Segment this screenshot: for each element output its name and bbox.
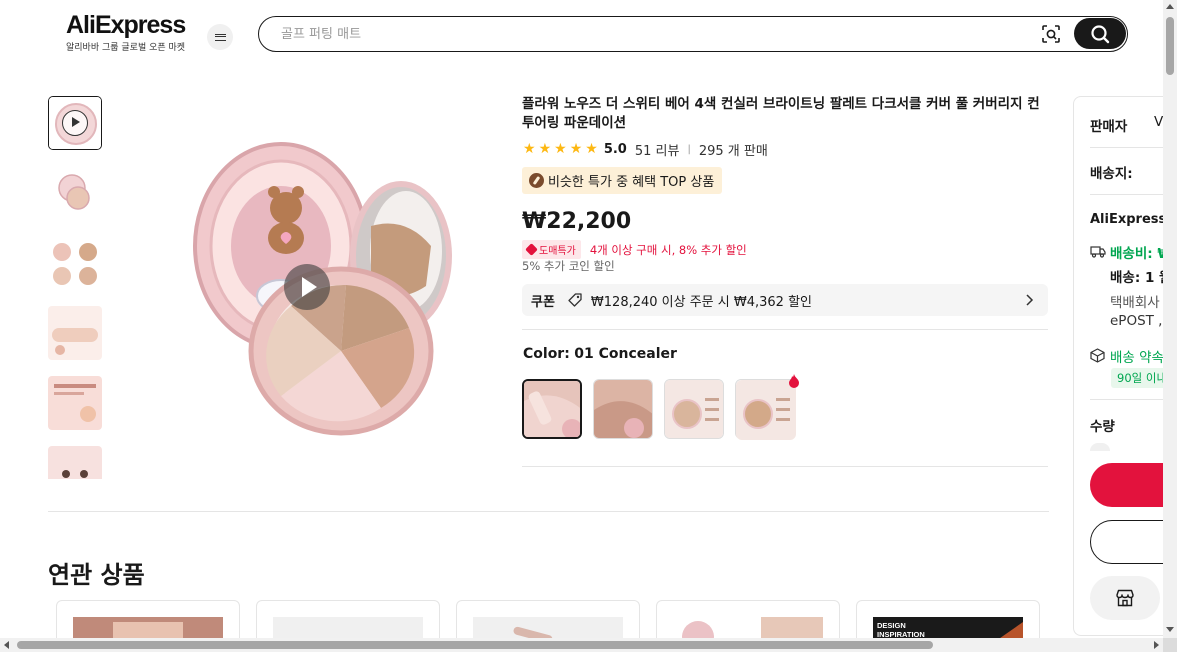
separator: |	[687, 143, 691, 155]
color-swatch[interactable]	[593, 379, 653, 439]
color-label-value: 01 Concealer	[574, 346, 677, 362]
hamburger-icon	[214, 33, 226, 41]
rating-value: 5.0	[603, 141, 627, 157]
hot-flame-icon	[789, 374, 799, 388]
scrollbar-corner	[1163, 638, 1177, 652]
price: ₩22,200	[522, 209, 632, 234]
search-bar	[258, 16, 1128, 52]
color-swatch[interactable]	[735, 374, 799, 440]
horizontal-scrollbar[interactable]	[0, 638, 1163, 652]
product-thumb-image	[48, 306, 102, 360]
box-icon	[1090, 348, 1105, 363]
swatch-image	[524, 381, 580, 437]
sold-count: 295 개 판매	[698, 143, 768, 159]
thumbnail-item[interactable]	[48, 166, 102, 220]
search-button[interactable]	[1074, 18, 1126, 49]
menu-button[interactable]	[207, 24, 233, 50]
courier-1: 택배회사	[1110, 295, 1160, 311]
search-input[interactable]	[281, 23, 981, 45]
courier-2: ePOST ,	[1110, 313, 1163, 329]
main-product-image[interactable]	[116, 96, 498, 479]
add-to-cart-button[interactable]	[1090, 520, 1173, 564]
buy-now-button[interactable]	[1090, 463, 1173, 507]
divider	[1090, 147, 1173, 148]
divider	[522, 329, 1048, 330]
coupon-tag-icon	[568, 293, 582, 307]
related-card-caption: DESIGN INSPIRATION	[877, 621, 925, 639]
divider	[522, 466, 1048, 467]
horizontal-scroll-thumb[interactable]	[17, 641, 933, 649]
shipper-name: AliExpress	[1090, 212, 1167, 227]
coupon-row[interactable]: 쿠폰 ₩128,240 이상 주문 시 ₩4,362 할인	[522, 284, 1048, 316]
divider	[48, 511, 1049, 512]
chevron-right-icon	[1026, 294, 1034, 306]
color-swatches	[522, 374, 799, 440]
star-icon: ★	[523, 141, 536, 157]
wholesale-tag: 도매특가	[522, 240, 581, 259]
color-swatch[interactable]	[664, 379, 724, 439]
top-deal-badge: 비슷한 특가 중 혜택 TOP 상품	[522, 167, 723, 194]
page: AliExpress 알리바바 그룹 글로벌 오픈 마켓 골프 퍼팅 매트 플라…	[0, 0, 1177, 652]
reviews-link[interactable]: 51 리뷰	[635, 140, 680, 159]
scroll-down-arrow-icon[interactable]	[1166, 627, 1174, 632]
ship-to-label[interactable]: 배송지:	[1090, 162, 1133, 182]
color-label: Color: 01 Concealer	[523, 346, 677, 362]
vertical-scroll-thumb[interactable]	[1166, 17, 1174, 75]
aliexpress-logo[interactable]: AliExpress 알리바바 그룹 글로벌 오픈 마켓	[66, 12, 190, 53]
top-deal-text: 비슷한 특가 중 혜택 TOP 상품	[548, 175, 715, 190]
promo-row: 도매특가 4개 이상 구매 시, 8% 추가 할인	[522, 240, 747, 259]
truck-icon	[1090, 246, 1106, 258]
swatch-image	[736, 380, 796, 440]
logo-subtitle: 알리바바 그룹 글로벌 오픈 마켓	[66, 43, 186, 53]
star-icon: ★	[538, 141, 552, 157]
product-thumb-image	[48, 166, 102, 220]
rating-row: ★ ★ ★ ★ ★ 5.0 51 리뷰 | 295 개 판매	[523, 140, 768, 159]
purchase-side-panel: 판매자 V 배송지: AliExpress 배송비: ₩ 배송: 1 월 택배회…	[1073, 96, 1173, 636]
scroll-right-arrow-icon[interactable]	[1154, 641, 1159, 649]
thumbnail-item[interactable]	[48, 446, 102, 479]
image-search-icon[interactable]	[1041, 24, 1061, 44]
thumbnail-item[interactable]	[48, 306, 102, 360]
wholesale-promo-text: 4개 이상 구매 시, 8% 추가 할인	[589, 242, 747, 257]
tag-icon	[525, 243, 538, 256]
divider	[1090, 194, 1173, 195]
swatch-image	[594, 380, 652, 438]
store-icon	[1116, 589, 1134, 607]
coupon-text: ₩128,240 이상 주문 시 ₩4,362 할인	[590, 294, 812, 310]
star-rating: ★ ★ ★ ★ ★	[523, 142, 598, 156]
store-button[interactable]	[1090, 576, 1160, 620]
vertical-scrollbar[interactable]	[1163, 0, 1177, 638]
star-icon: ★	[554, 141, 567, 157]
star-icon: ★	[585, 141, 598, 157]
seller-label: 판매자	[1090, 119, 1128, 135]
star-icon: ★	[569, 141, 583, 157]
coupon-label: 쿠폰	[531, 294, 555, 310]
play-icon	[62, 110, 88, 136]
play-video-icon[interactable]	[284, 264, 330, 310]
thumbnail-list	[48, 96, 102, 479]
product-thumb-image	[48, 236, 102, 290]
coin-discount-text: 5% 추가 코인 할인	[522, 259, 615, 273]
thumbnail-video[interactable]	[48, 96, 102, 150]
deal-icon	[529, 173, 544, 188]
color-swatch-selected[interactable]	[522, 379, 582, 439]
product-thumb-image	[48, 376, 102, 430]
divider	[1090, 399, 1173, 400]
delivery-promise[interactable]: 배송 약속	[1110, 346, 1164, 366]
swatch-image	[665, 380, 723, 438]
product-title: 플라워 노우즈 더 스위티 베어 4색 컨실러 브라이트닝 팔레트 다크서클 커…	[522, 96, 1040, 131]
quantity-label: 수량	[1090, 419, 1115, 435]
quantity-decrement-button[interactable]	[1090, 443, 1110, 451]
scroll-up-arrow-icon[interactable]	[1166, 4, 1174, 9]
thumbnail-item[interactable]	[48, 376, 102, 430]
wholesale-tag-label: 도매특가	[539, 246, 576, 257]
search-icon	[1091, 24, 1110, 43]
product-thumb-image	[48, 446, 102, 479]
logo-text: AliExpress	[66, 11, 186, 39]
color-label-key: Color:	[523, 346, 570, 362]
seller-name[interactable]: V	[1154, 114, 1163, 130]
related-products-title: 연관 상품	[48, 561, 145, 589]
scroll-left-arrow-icon[interactable]	[4, 641, 9, 649]
thumbnail-item[interactable]	[48, 236, 102, 290]
